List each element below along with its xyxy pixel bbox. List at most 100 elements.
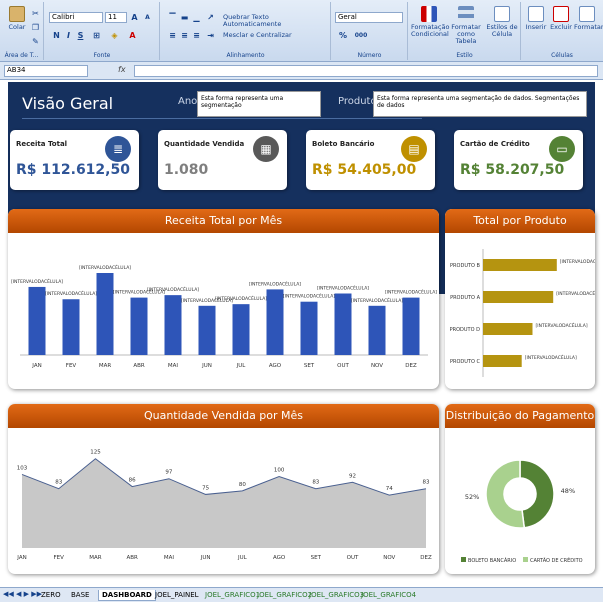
product-chart-title: Total por Produto xyxy=(445,209,595,233)
point-data-label: 125 xyxy=(90,450,101,456)
align-middle-icon[interactable]: ▬ xyxy=(179,12,190,23)
delete-button[interactable]: Excluir xyxy=(549,6,573,31)
align-left-icon[interactable]: ≡ xyxy=(167,30,178,41)
font-size-combo[interactable]: 11 xyxy=(105,12,127,23)
sheet-tab-dashboard[interactable]: DASHBOARD xyxy=(98,590,156,601)
x-tick-label: JAN xyxy=(31,363,41,369)
alignment-group-label: Alinhamento xyxy=(226,52,265,59)
product-bar xyxy=(483,259,557,271)
font-color-icon[interactable]: A xyxy=(127,30,138,41)
format-table-button[interactable]: Formatar como Tabela xyxy=(449,6,483,45)
revenue-bar xyxy=(300,301,318,355)
revenue-bar xyxy=(266,289,284,355)
x-tick-label: ABR xyxy=(127,555,139,561)
kpi-label: Receita Total xyxy=(16,140,68,148)
point-data-label: 103 xyxy=(17,465,28,471)
kpi-value: 1.080 xyxy=(164,162,209,178)
formula-input[interactable] xyxy=(134,65,598,77)
italic-button[interactable]: I xyxy=(63,30,74,41)
paste-button[interactable]: Colar xyxy=(4,6,30,31)
sheet-tab-zero[interactable]: ZERO xyxy=(38,590,64,601)
align-bottom-icon[interactable]: ▁ xyxy=(191,12,202,23)
orientation-icon[interactable]: ↗ xyxy=(205,12,216,23)
x-tick-label: JUN xyxy=(201,363,212,369)
revenue-bar xyxy=(62,299,80,355)
wrap-text-button[interactable]: Quebrar Texto Automaticamente xyxy=(223,14,327,28)
legend-swatch xyxy=(461,557,466,562)
payment-chart-title: Distribuição do Pagamento xyxy=(445,404,595,428)
alignment-group: ▔ ▬ ▁ ↗ ≡ ≡ ≡ ⇥ Quebrar Texto Automatica… xyxy=(161,2,331,60)
document-icon: ▤ xyxy=(401,136,427,162)
copy-icon[interactable]: ❐ xyxy=(30,22,41,33)
cell-styles-button[interactable]: Estilos de Célula xyxy=(485,6,519,38)
revenue-bar xyxy=(232,304,250,355)
align-center-icon[interactable]: ≡ xyxy=(179,30,190,41)
format-painter-icon[interactable]: ✎ xyxy=(30,36,41,47)
revenue-chart-panel: Receita Total por Mês [INTERVALODACÉLULA… xyxy=(8,209,439,389)
bar-data-label: [INTERVALODACÉLULA] xyxy=(283,292,335,300)
tab-scroll-icon[interactable]: ◀◀ ◀ ▶ ▶▶ xyxy=(3,590,42,598)
x-tick-label: AGO xyxy=(273,555,286,561)
ribbon: Colar ✂ ❐ ✎ Área de T... Calibri 11 A A … xyxy=(0,0,603,62)
legend-swatch xyxy=(523,557,528,562)
bar-data-label: [INTERVALODACÉLULA] xyxy=(147,285,199,293)
kpi-value: R$ 54.405,00 xyxy=(312,162,417,178)
percent-button[interactable]: % xyxy=(336,30,350,41)
sheet-tab-joel_painel[interactable]: JOEL_PAINEL xyxy=(152,590,202,601)
cells-group: Inserir Excluir Formatar Células xyxy=(522,2,603,60)
kpi-card-quantidade: Quantidade Vendida 1.080 ▦ xyxy=(158,130,287,190)
bar-data-label: [INTERVALODACÉLULA] xyxy=(317,284,369,292)
insert-button[interactable]: Inserir xyxy=(524,6,548,31)
style-group-label: Estilo xyxy=(456,52,473,59)
align-right-icon[interactable]: ≡ xyxy=(191,30,202,41)
year-slicer[interactable]: Esta forma representa uma segmentação xyxy=(197,91,321,117)
indent-icon[interactable]: ⇥ xyxy=(205,30,216,41)
x-tick-label: DEZ xyxy=(405,363,417,369)
conditional-format-button[interactable]: Formatação Condicional xyxy=(411,6,449,38)
align-top-icon[interactable]: ▔ xyxy=(167,12,178,23)
bar-data-label: [INTERVALODACÉLULA] xyxy=(525,353,577,361)
bar-data-label: [INTERVALODACÉLULA] xyxy=(351,296,403,304)
merge-center-button[interactable]: Mesclar e Centralizar xyxy=(223,32,327,39)
point-data-label: 83 xyxy=(312,480,319,486)
fx-icon[interactable]: fx xyxy=(118,65,126,74)
grow-font-button[interactable]: A xyxy=(129,12,140,23)
point-data-label: 83 xyxy=(423,480,430,486)
point-data-label: 92 xyxy=(349,473,356,479)
product-slicer[interactable]: Esta forma representa uma segmentação de… xyxy=(373,91,587,117)
number-format-combo[interactable]: Geral xyxy=(335,12,403,23)
fill-color-icon[interactable]: ◈ xyxy=(109,30,120,41)
borders-icon[interactable]: ⊞ xyxy=(91,30,102,41)
name-box[interactable]: AB34 xyxy=(4,65,88,77)
x-tick-label: JUL xyxy=(236,363,247,369)
bold-button[interactable]: N xyxy=(51,30,62,41)
database-icon: ≣ xyxy=(105,136,131,162)
year-filter-label: Ano xyxy=(178,96,198,107)
payment-chart-panel: Distribuição do Pagamento 48% 52% BOLETO B… xyxy=(445,404,595,574)
sheet-tab-joel_grafico4[interactable]: JOEL_GRAFICO4 xyxy=(358,590,419,601)
revenue-bar xyxy=(96,273,114,355)
clipboard-icon xyxy=(9,6,25,22)
bar-data-label: [INTERVALODACÉLULA] xyxy=(536,321,588,329)
y-tick-label: PRODUTO A xyxy=(450,295,481,301)
page-title: Visão Geral xyxy=(22,94,114,113)
y-tick-label: PRODUTO C xyxy=(450,359,481,365)
font-name-combo[interactable]: Calibri xyxy=(49,12,103,23)
cut-icon[interactable]: ✂ xyxy=(30,8,41,19)
x-tick-label: NOV xyxy=(371,363,383,369)
slice-label: 48% xyxy=(561,487,575,495)
thousands-button[interactable]: 000 xyxy=(352,30,370,41)
sheet-tab-base[interactable]: BASE xyxy=(68,590,92,601)
format-button[interactable]: Formatar xyxy=(574,6,603,31)
x-tick-label: FEV xyxy=(66,363,77,369)
delete-icon xyxy=(553,6,569,22)
bar-data-label: [INTERVALODACÉLULA] xyxy=(215,294,267,302)
point-data-label: 75 xyxy=(202,485,209,491)
pie-slice xyxy=(519,459,555,529)
kpi-value: R$ 58.207,50 xyxy=(460,162,565,178)
shrink-font-button[interactable]: A xyxy=(142,12,153,23)
underline-button[interactable]: S xyxy=(75,30,86,41)
kpi-label: Cartão de Crédito xyxy=(460,140,530,148)
revenue-bar xyxy=(402,297,420,355)
x-tick-label: MAI xyxy=(168,363,179,369)
